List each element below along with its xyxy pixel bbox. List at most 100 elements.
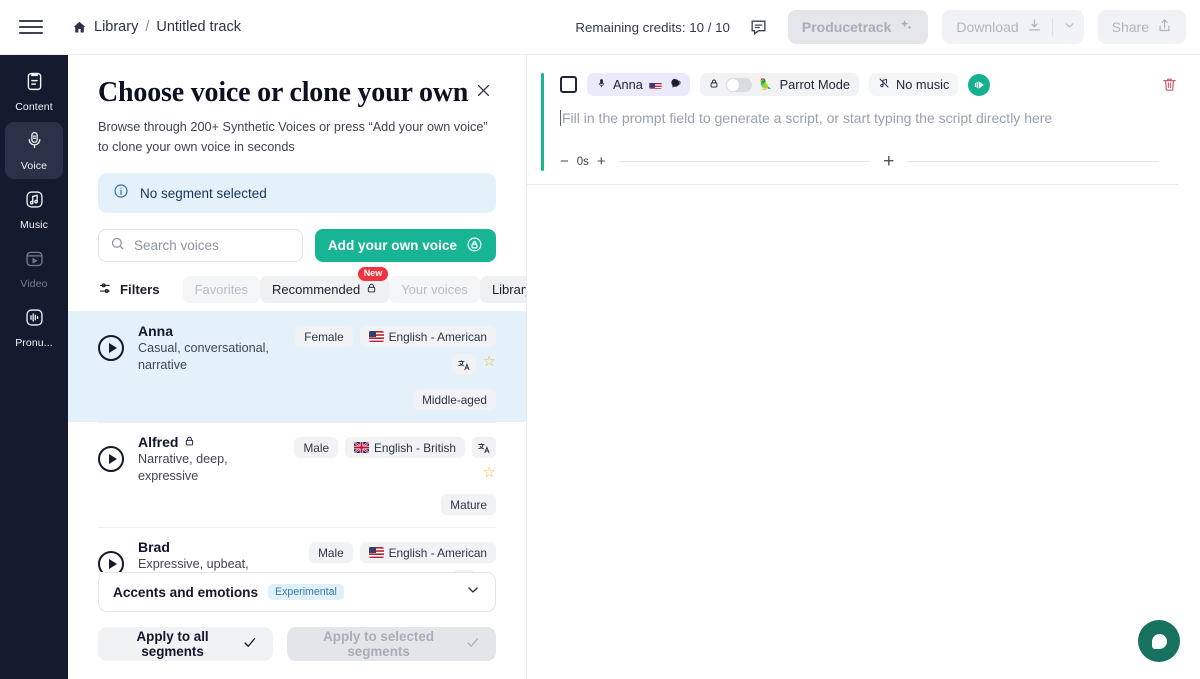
voice-list[interactable]: Anna Casual, conversational, narrative F… — [68, 311, 526, 572]
page-title: Choose voice or clone your own — [98, 77, 469, 108]
tab-recommended[interactable]: Recommended New — [260, 267, 390, 304]
app-body: Content Voice Music Video Pronu... Choos… — [0, 55, 1200, 679]
segment-block: Anna 🦜 Parrot Mode No music Fill in the … — [527, 55, 1200, 171]
chevron-down-icon[interactable] — [465, 582, 481, 603]
share-label: Share — [1111, 19, 1149, 35]
video-icon — [24, 248, 45, 274]
voice-row-brad[interactable]: Brad Expressive, upbeat, excited Male En… — [68, 527, 526, 572]
voice-row-alfred[interactable]: Alfred Narrative, deep, expressive Male — [68, 422, 526, 527]
timeline-increase-button[interactable]: + — [597, 154, 606, 169]
play-preview-button[interactable] — [98, 551, 124, 572]
translate-icon[interactable] — [451, 354, 476, 376]
script-editor: Anna 🦜 Parrot Mode No music Fill in the … — [527, 55, 1200, 679]
segment-voice-chip[interactable]: Anna — [587, 73, 690, 96]
share-button[interactable]: Share — [1097, 10, 1186, 44]
comment-icon[interactable] — [744, 12, 774, 42]
breadcrumb-library[interactable]: Library — [94, 19, 138, 35]
lock-icon — [366, 282, 377, 297]
download-icon — [1027, 18, 1042, 36]
add-segment-button[interactable]: + — [883, 152, 894, 171]
voice-accent-label: English - American — [388, 329, 487, 344]
apply-buttons-row: Apply to all segments Apply to selected … — [98, 627, 496, 661]
play-waveform-icon[interactable] — [968, 73, 991, 96]
sidebar-item-pronunciation[interactable]: Pronu... — [5, 299, 63, 356]
segment-checkbox[interactable] — [560, 76, 577, 93]
music-label: No music — [896, 77, 950, 92]
home-icon[interactable] — [72, 20, 87, 35]
waveform-icon — [24, 307, 45, 333]
favorite-star-icon[interactable]: ☆ — [483, 354, 496, 369]
sidebar-label-pronunciation: Pronu... — [15, 336, 53, 349]
play-preview-button[interactable] — [98, 446, 124, 473]
breadcrumb-current[interactable]: Untitled track — [156, 19, 241, 35]
script-prompt-area[interactable]: Fill in the prompt field to generate a s… — [560, 110, 1178, 126]
search-voices-field[interactable] — [98, 229, 303, 263]
parrot-mode-toggle[interactable]: 🦜 Parrot Mode — [699, 73, 860, 96]
music-selector[interactable]: No music — [869, 73, 959, 96]
timeline-decrease-button[interactable]: − — [560, 154, 569, 169]
voice-accent-chip: English - British — [345, 437, 465, 459]
microphone-icon — [596, 77, 607, 93]
tab-your-voices[interactable]: Your voices — [389, 276, 480, 304]
voice-accent-chip: English - American — [359, 542, 496, 564]
voice-tabs-row: Filters Favorites Recommended New Your v… — [68, 262, 526, 304]
parrot-mode-switch[interactable] — [725, 77, 752, 92]
download-label: Download — [956, 19, 1019, 35]
download-button[interactable]: Download — [942, 10, 1084, 44]
add-your-own-voice-button[interactable]: Add your own voice — [314, 229, 496, 263]
play-preview-button[interactable] — [98, 335, 124, 362]
voice-panel-subtitle: Browse through 200+ Synthetic Voices or … — [98, 120, 488, 154]
voice-meta: Anna Casual, conversational, narrative — [138, 323, 270, 373]
segment-content: Anna 🦜 Parrot Mode No music Fill in the … — [560, 73, 1178, 171]
sidebar-item-video[interactable]: Video — [5, 240, 63, 297]
producetrack-button[interactable]: Producetrack — [787, 10, 929, 44]
voice-description: Narrative, deep, expressive — [138, 452, 228, 484]
filters-button[interactable]: Filters — [98, 281, 173, 299]
tab-favorites[interactable]: Favorites — [182, 276, 261, 304]
accordion-title: Accents and emotions — [113, 584, 259, 600]
voice-name-text: Anna — [138, 323, 173, 340]
sidebar-label-video: Video — [20, 277, 48, 290]
add-voice-label: Add your own voice — [327, 238, 457, 254]
accents-and-emotions-accordion[interactable]: Accents and emotions Experimental — [98, 572, 496, 612]
experimental-badge: Experimental — [268, 584, 344, 600]
sidebar-item-music[interactable]: Music — [5, 181, 63, 238]
search-icon — [110, 236, 125, 256]
tab-favorites-label: Favorites — [194, 282, 249, 298]
no-segment-notice: No segment selected — [98, 173, 496, 214]
share-icon — [1157, 18, 1172, 36]
voice-panel-footer: Accents and emotions Experimental Apply … — [68, 572, 526, 679]
tab-library[interactable]: Library — [479, 276, 526, 304]
favorite-star-icon[interactable]: ☆ — [483, 465, 496, 480]
voice-panel-header: Choose voice or clone your own Browse th… — [68, 55, 526, 214]
remaining-credits: Remaining credits: 10 / 10 — [575, 19, 730, 35]
sidebar-item-content[interactable]: Content — [5, 63, 63, 120]
voice-panel-title-row: Choose voice or clone your own — [98, 77, 496, 109]
voice-accent-chip: English - American — [359, 326, 496, 348]
timeline-time: 0s — [576, 155, 589, 168]
download-divider — [1051, 18, 1053, 36]
chevron-down-icon[interactable] — [1063, 19, 1076, 35]
apply-to-selected-segments-button[interactable]: Apply to selected segments — [287, 627, 496, 661]
voice-accent-label: English - British — [374, 440, 456, 455]
voice-description: Casual, conversational, narrative — [138, 341, 269, 373]
search-input[interactable] — [134, 238, 291, 254]
breadcrumb: Library / Untitled track — [72, 19, 241, 35]
breadcrumb-separator: / — [145, 19, 150, 35]
delete-segment-button[interactable] — [1161, 76, 1178, 93]
hamburger-menu-icon[interactable] — [16, 12, 46, 42]
translate-icon[interactable] — [472, 437, 496, 459]
sidebar-item-voice[interactable]: Voice — [5, 122, 63, 179]
chat-bubble-icon[interactable] — [1138, 620, 1180, 662]
timeline-track-right — [907, 161, 1160, 162]
voice-row-anna[interactable]: Anna Casual, conversational, narrative F… — [68, 311, 526, 423]
clipboard-icon — [24, 71, 45, 97]
timeline-controls: − 0s + — [560, 154, 606, 169]
close-icon[interactable] — [470, 77, 496, 103]
segment-toolbar: Anna 🦜 Parrot Mode No music — [560, 73, 1178, 96]
sidebar-label-content: Content — [15, 100, 53, 113]
info-icon — [113, 183, 129, 204]
voice-meta: Brad Expressive, upbeat, excited — [138, 539, 270, 572]
apply-to-all-segments-button[interactable]: Apply to all segments — [98, 627, 274, 661]
us-flag-icon — [368, 331, 384, 343]
